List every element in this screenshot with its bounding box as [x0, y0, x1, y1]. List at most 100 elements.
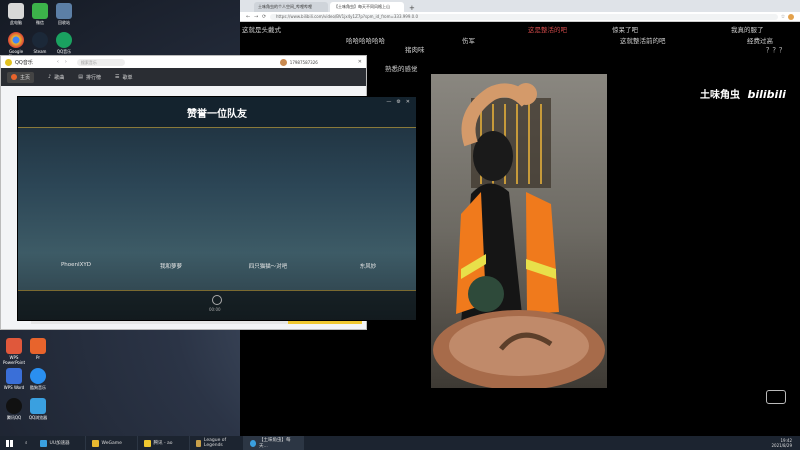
taskbar-clock[interactable]: 19:42 2021/8/29 — [771, 438, 800, 448]
chrome-icon — [8, 32, 24, 48]
praise-teammate-dialog: 赞誉一位队友 — ⚙ ✕ PhoenIXYD 我和萝萝 四只猫猫～对吧 东风妙 … — [17, 96, 417, 321]
danmaku-comment: 伤军 — [462, 37, 475, 45]
danmaku-comment: 这就整活前的吧 — [620, 37, 666, 45]
kugou-icon — [30, 368, 46, 384]
user-id[interactable]: 17987587326 — [290, 60, 318, 65]
star-icon[interactable]: ☆ — [778, 14, 788, 20]
desktop-icon-wps-ppt[interactable]: WPS PowerPoint — [1, 338, 27, 365]
power-icon — [56, 32, 72, 48]
desktop-icon-qqmusic[interactable]: QQ音乐 — [51, 32, 77, 55]
taskbar-item[interactable]: 腾讯 - ao — [138, 436, 190, 450]
clock-date: 2021/8/29 — [771, 443, 792, 448]
danmaku-comment: ？？？ — [766, 46, 786, 54]
taskbar-item[interactable]: UU加速器 — [34, 436, 86, 450]
browser-tab-video[interactable]: 【土味角虫】每天不同风格上山 — [330, 2, 404, 12]
nav-charts[interactable]: ▤ 排行榜 — [78, 74, 101, 81]
channel-watermark: 土味角虫 bilibili — [700, 86, 786, 101]
qqmusic-nav: 主页 ♪ 歌曲 ▤ 排行榜 ☰ 歌单 — [1, 68, 366, 86]
browser-tab-space[interactable]: 土味角虫的个人空间_哔哩哔哩 — [254, 2, 328, 12]
nav-home[interactable]: 主页 — [7, 71, 35, 83]
maximize-icon[interactable] — [764, 2, 782, 12]
teammate-name: PhoenIXYD — [60, 262, 92, 268]
music-note-icon: ♪ — [48, 74, 52, 80]
video-frame-illustration — [433, 83, 605, 388]
avatar[interactable] — [279, 58, 287, 66]
chart-icon: ▤ — [78, 74, 83, 80]
playlist-icon: ☰ — [114, 74, 120, 80]
minimize-icon[interactable] — [746, 2, 764, 12]
premiere-icon — [30, 338, 46, 354]
computer-icon — [8, 3, 24, 19]
minimize-icon[interactable]: — — [386, 99, 391, 105]
home-icon — [11, 74, 17, 80]
dialog-header: 赞誉一位队友 — ⚙ ✕ — [18, 97, 416, 127]
nav-songs[interactable]: ♪ 歌曲 — [48, 74, 64, 81]
dialog-footer: 00:00 — [18, 290, 416, 320]
dialog-divider — [18, 127, 416, 128]
search-input[interactable]: 搜索音乐 — [76, 58, 125, 66]
timer-ring-icon — [212, 295, 222, 305]
desktop-icon-pr[interactable]: Pr — [25, 338, 51, 360]
dialog-title: 赞誉一位队友 — [187, 108, 247, 120]
app-icon — [143, 439, 151, 447]
back-icon[interactable]: ‹ — [57, 59, 59, 65]
channel-name: 土味角虫 — [700, 90, 740, 101]
taskbar-search-icon[interactable]: ⌕ — [19, 436, 34, 450]
wechat-icon — [32, 3, 48, 19]
windows-logo-icon — [6, 439, 13, 447]
browser-tab-strip: 土味角虫的个人空间_哔哩哔哩 【土味角虫】每天不同风格上山 + — [240, 0, 800, 12]
nav-playlists[interactable]: ☰ 歌单 — [115, 74, 133, 81]
fullscreen-icon[interactable] — [766, 390, 786, 404]
video-player[interactable] — [431, 74, 607, 388]
taskbar: ⌕ UU加速器 WeGame 腾讯 - ao League of Legends… — [0, 436, 800, 450]
desktop-icon-qq-browser[interactable]: QQ浏览器 — [25, 398, 51, 421]
danmaku-comment: 我真的服了 — [731, 26, 764, 34]
teammate-card[interactable]: 东风妙 — [328, 262, 408, 270]
reload-icon[interactable]: ⟳ — [262, 14, 270, 20]
teammate-card[interactable]: 我和萝萝 — [131, 262, 211, 270]
word-icon — [6, 368, 22, 384]
teammate-card[interactable]: PhoenIXYD — [36, 262, 116, 268]
qqmusic-logo-icon — [5, 58, 12, 66]
back-icon[interactable]: ← — [246, 14, 254, 20]
browser-icon — [249, 439, 257, 447]
teammate-name: 四只猫猫～对吧 — [248, 264, 288, 270]
desktop-icon-qq[interactable]: 腾讯QQ — [1, 398, 27, 421]
close-icon[interactable] — [782, 2, 800, 12]
forward-icon[interactable]: → — [254, 14, 262, 20]
taskbar-item[interactable]: WeGame — [86, 436, 138, 450]
start-button[interactable] — [0, 436, 19, 450]
bilibili-logo: bilibili — [747, 88, 786, 101]
taskbar-item[interactable]: League of Legends — [190, 436, 244, 450]
teammate-name: 我和萝萝 — [159, 264, 182, 270]
close-icon[interactable]: ✕ — [406, 99, 410, 105]
forward-icon[interactable]: › — [65, 59, 67, 65]
desktop-icon-kugou[interactable]: 酷狗音乐 — [25, 368, 51, 391]
recycle-bin-icon — [56, 3, 72, 19]
browser-address-bar: ← → ⟳ https://www.bilibili.com/video/BV1… — [240, 12, 800, 22]
close-icon[interactable]: ✕ — [358, 59, 362, 65]
qqmusic-header: QQ音乐 ‹ › 搜索音乐 17987587326 ✕ — [1, 56, 366, 68]
danmaku-comment: 熟悉的感觉 — [385, 65, 418, 73]
teammate-card[interactable]: 四只猫猫～对吧 — [228, 262, 308, 270]
danmaku-comment: 惊呆了吧 — [612, 26, 638, 34]
desktop-icon-steam[interactable]: Steam — [27, 32, 53, 54]
danmaku-comment: 这就是头戴式 — [242, 26, 281, 34]
danmaku-comment: 哈哈哈哈哈哈 — [346, 37, 385, 45]
url-input[interactable]: https://www.bilibili.com/video/BV1jx4y1Z… — [270, 13, 778, 20]
new-tab-icon[interactable]: + — [406, 4, 418, 12]
taskbar-item[interactable]: 【土味角虫】每天... — [243, 436, 304, 450]
desktop-icon-recycle-bin[interactable]: 回收站 — [51, 3, 77, 26]
danmaku-comment: 经费过高 — [747, 37, 773, 45]
desktop-icon-this-pc[interactable]: 此电脑 — [3, 3, 29, 26]
danmaku-comment: 这是整活的吧 — [528, 26, 567, 34]
desktop-icon-wechat[interactable]: 微信 — [27, 3, 53, 26]
profile-avatar[interactable] — [788, 13, 794, 20]
timer-text: 00:00 — [209, 307, 221, 312]
league-icon — [195, 439, 201, 447]
desktop-icon-wps-word[interactable]: WPS Word — [1, 368, 27, 390]
qq-penguin-icon — [6, 398, 22, 414]
settings-icon[interactable]: ⚙ — [396, 99, 400, 105]
qqmusic-app-name: QQ音乐 — [15, 59, 33, 66]
ppt-icon — [6, 338, 22, 354]
